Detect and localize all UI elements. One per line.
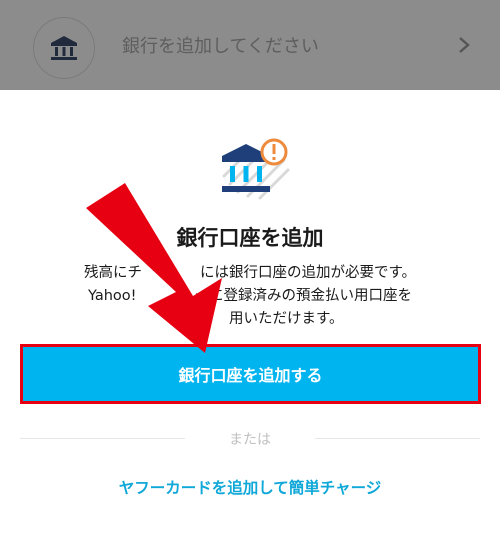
bank-list-row[interactable]: 銀行を追加してください bbox=[0, 0, 500, 90]
description-line: 用いただけます。 bbox=[156, 311, 344, 327]
description-line: Yahoo! ーに登録済みの預金払い用口座を bbox=[88, 288, 412, 304]
add-bank-account-button[interactable]: 銀行口座を追加する bbox=[20, 344, 481, 404]
bank-list-label: 銀行を追加してください bbox=[122, 36, 319, 57]
add-yahoo-card-link[interactable]: ヤフーカードを追加して簡単チャージ bbox=[0, 476, 500, 498]
dialog-title: 銀行口座を追加 bbox=[176, 226, 324, 250]
divider-or-text: または bbox=[229, 432, 271, 448]
description-line: 残高にチ には銀行口座の追加が必要です。 bbox=[83, 265, 417, 281]
chevron-right-icon bbox=[459, 37, 470, 53]
bank-warning-icon bbox=[222, 138, 290, 200]
bank-avatar bbox=[33, 17, 95, 79]
bank-icon bbox=[51, 36, 77, 60]
dialog-description: 残高にチ には銀行口座の追加が必要です。 Yahoo! ーに登録済みの預金払い用… bbox=[40, 262, 460, 331]
